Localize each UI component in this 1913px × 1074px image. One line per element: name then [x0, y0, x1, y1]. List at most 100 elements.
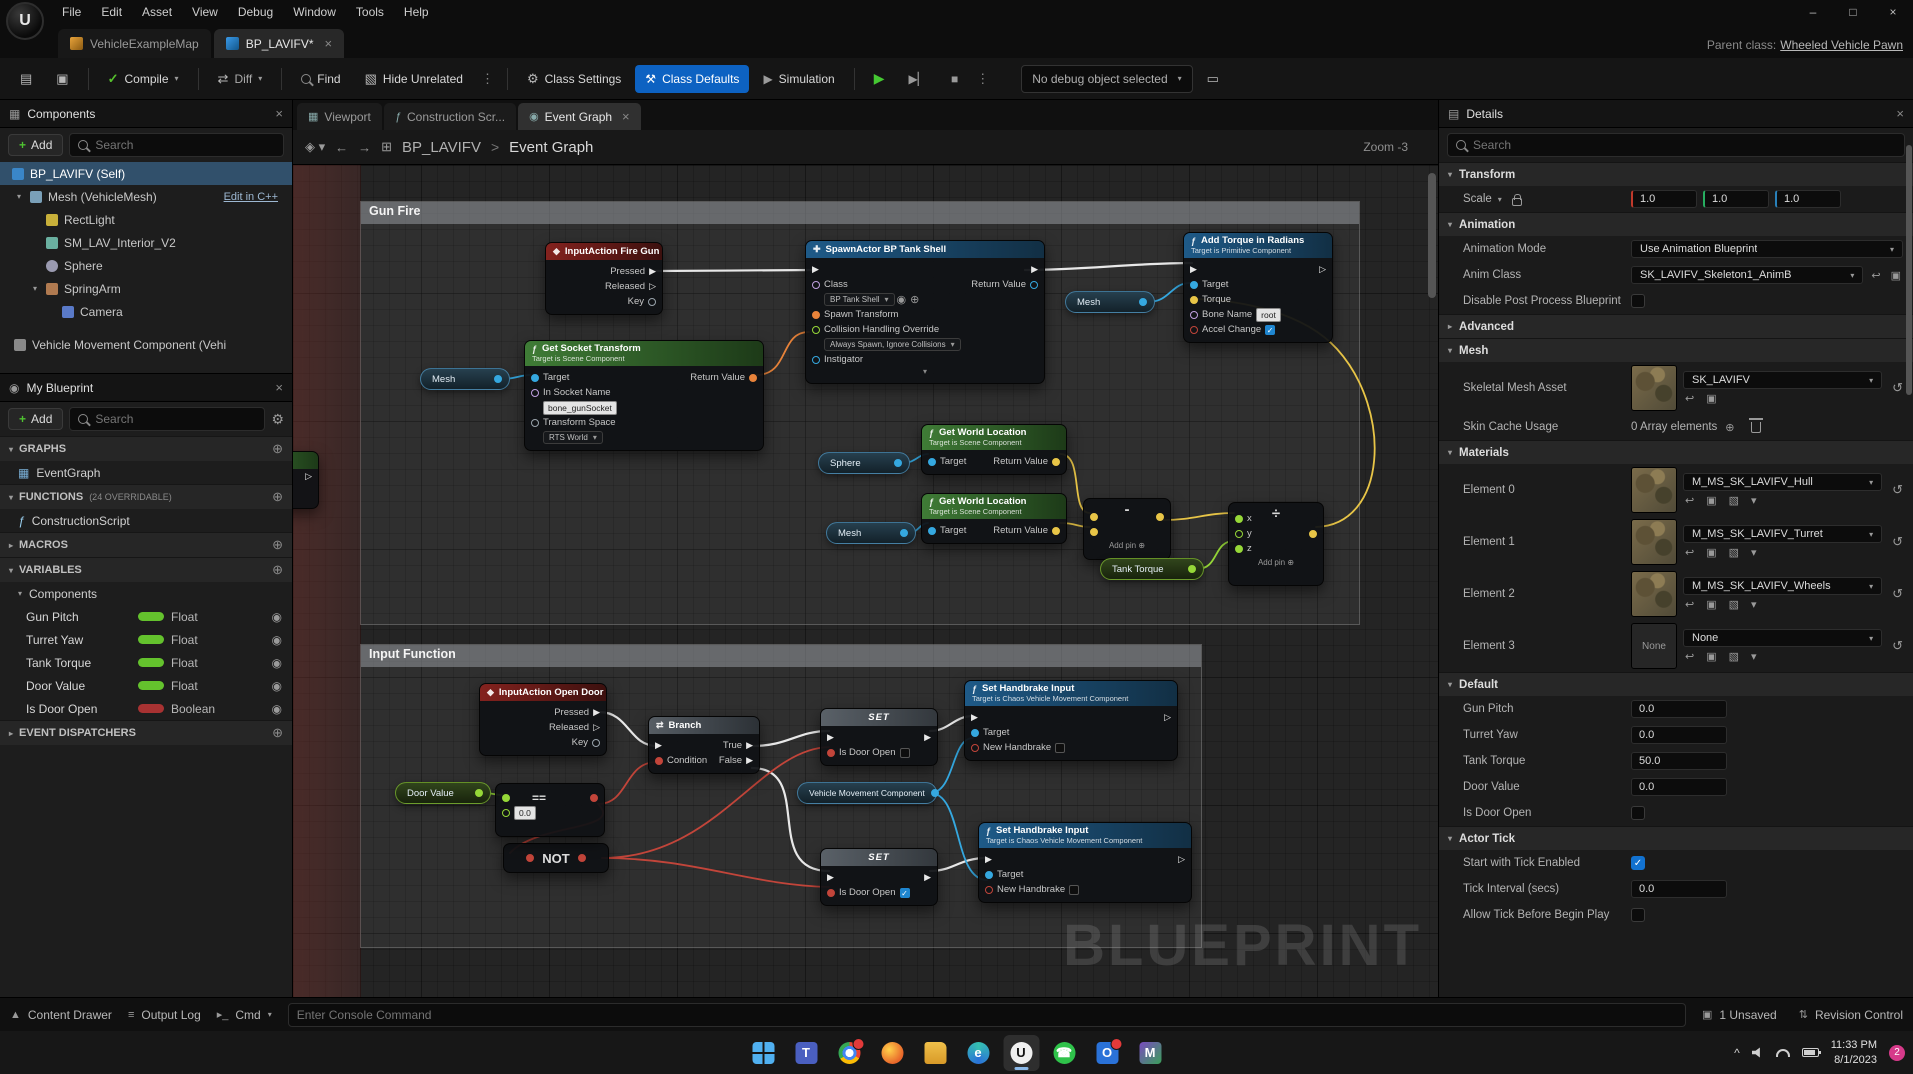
eye-icon[interactable]: ◉	[272, 610, 282, 624]
node-subtract[interactable]: - Add pin ⊕	[1083, 498, 1171, 560]
disable-post-process-checkbox[interactable]	[1631, 294, 1645, 308]
highlight-icon[interactable]: ▧	[1727, 598, 1741, 611]
bool-pin[interactable]	[827, 749, 835, 757]
start-tick-checkbox[interactable]: ✓	[1631, 856, 1645, 870]
node-set-handbrake-input-2[interactable]: ƒSet Handbrake Input Target is Chaos Veh…	[978, 822, 1192, 903]
input-pin[interactable]	[526, 854, 534, 862]
exec-pin[interactable]: ▷	[305, 471, 312, 482]
exec-pin[interactable]: ▷	[1178, 854, 1185, 865]
exec-pin[interactable]: ▷	[1319, 264, 1326, 275]
expander-icon[interactable]: ▸	[9, 541, 13, 550]
target-pin[interactable]	[971, 729, 979, 737]
minimize-icon[interactable]: –	[1793, 0, 1833, 24]
details-scrollbar[interactable]	[1906, 145, 1912, 395]
event-dispatchers-section-header[interactable]: ▸EVENT DISPATCHERS⊕	[0, 720, 292, 745]
revision-control-button[interactable]: ⇅Revision Control	[1799, 1008, 1903, 1022]
use-asset-icon[interactable]: ↩	[1683, 598, 1696, 611]
class-settings-button[interactable]: ⚙Class Settings	[517, 64, 631, 94]
node-equal[interactable]: == 0.0	[495, 783, 605, 837]
expand-node-icon[interactable]: ▾	[806, 367, 1044, 378]
graph-item-eventgraph[interactable]: ▦EventGraph	[0, 461, 292, 484]
condition-pin[interactable]	[655, 757, 663, 765]
menu-debug[interactable]: Debug	[228, 1, 283, 23]
hide-unrelated-button[interactable]: ▧Hide Unrelated	[355, 64, 473, 94]
node-add-torque-in-radians[interactable]: ƒAdd Torque in Radians Target is Primiti…	[1183, 232, 1333, 343]
input-pin[interactable]	[1090, 528, 1098, 536]
return-pin[interactable]	[1052, 458, 1060, 466]
bone-name-pin[interactable]	[1190, 311, 1198, 319]
battery-icon[interactable]	[1802, 1048, 1819, 1057]
add-macro-icon[interactable]: ⊕	[272, 537, 283, 553]
add-variable-icon[interactable]: ⊕	[272, 562, 283, 578]
target-pin[interactable]	[985, 871, 993, 879]
lock-icon[interactable]	[1512, 198, 1522, 206]
cmd-dropdown[interactable]: ▸_Cmd▾	[217, 1008, 272, 1022]
node-set-handbrake-input-1[interactable]: ƒSet Handbrake Input Target is Chaos Veh…	[964, 680, 1178, 761]
section-actor-tick[interactable]: ▾Actor Tick	[1439, 826, 1913, 850]
add-pin-button[interactable]: Add pin ⊕	[1229, 556, 1323, 570]
maximize-icon[interactable]: □	[1833, 0, 1873, 24]
menu-tools[interactable]: Tools	[346, 1, 394, 23]
output-pin[interactable]	[1188, 565, 1196, 573]
material-thumbnail-none[interactable]: None	[1631, 623, 1677, 669]
whatsapp-app-button[interactable]: ☎	[1046, 1035, 1082, 1071]
trash-icon[interactable]	[1751, 422, 1761, 433]
edge-app-button[interactable]: e	[960, 1035, 996, 1071]
highlight-icon[interactable]: ▧	[1727, 494, 1741, 507]
edit-in-cpp-link[interactable]: Edit in C++	[224, 191, 286, 203]
expander-icon[interactable]: ▾	[30, 284, 40, 293]
class-defaults-button[interactable]: ⚒Class Defaults	[635, 65, 749, 93]
output-pin[interactable]	[494, 375, 502, 383]
eye-icon[interactable]: ◉	[272, 633, 282, 647]
browse-asset-icon[interactable]: ⊕	[908, 293, 921, 306]
material-dropdown[interactable]: None▾	[1683, 629, 1882, 647]
parent-class-link[interactable]: Wheeled Vehicle Pawn	[1780, 38, 1903, 52]
tab-bp-lavifv[interactable]: BP_LAVIFV* ×	[214, 29, 344, 58]
diff-button[interactable]: ⇄Diff▾	[208, 64, 273, 94]
expander-icon[interactable]: ▾	[14, 192, 24, 201]
skeletal-mesh-dropdown[interactable]: SK_LAVIFV▾	[1683, 371, 1882, 389]
browse-asset-icon[interactable]: ▣	[1704, 650, 1718, 663]
expander-icon[interactable]: ▾	[9, 445, 13, 454]
struct-pin[interactable]	[592, 739, 600, 747]
variable-row-gun-pitch[interactable]: Gun PitchFloat◉	[0, 605, 292, 628]
instigator-pin[interactable]	[812, 356, 820, 364]
stop-button[interactable]: ■	[941, 65, 968, 93]
door-value-field[interactable]: 0.0	[1631, 778, 1727, 796]
close-tab-icon[interactable]: ×	[622, 109, 630, 124]
tab-viewport[interactable]: ▦Viewport	[297, 103, 382, 130]
add-blueprint-item-button[interactable]: +Add	[8, 408, 63, 430]
firefox-app-button[interactable]	[874, 1035, 910, 1071]
section-advanced[interactable]: ▸Advanced	[1439, 314, 1913, 338]
close-icon[interactable]: ×	[275, 106, 283, 121]
browse-asset-icon[interactable]: ▣	[1704, 598, 1718, 611]
variable-row-door-value[interactable]: Door ValueFloat◉	[0, 674, 292, 697]
node-not[interactable]: NOT	[503, 843, 609, 873]
menu-view[interactable]: View	[182, 1, 228, 23]
details-search[interactable]	[1447, 133, 1905, 157]
section-default[interactable]: ▾Default	[1439, 672, 1913, 696]
frame-skip-button[interactable]: ▶▏	[898, 65, 936, 93]
exec-pin[interactable]: ▶	[746, 755, 753, 766]
material-dropdown[interactable]: M_MS_SK_LAVIFV_Turret▾	[1683, 525, 1882, 543]
eye-icon[interactable]: ◉	[272, 702, 282, 716]
transform-space-dropdown[interactable]: RTS World▾	[543, 431, 603, 444]
bool-checkbox[interactable]: ✓	[900, 888, 910, 898]
exec-pin[interactable]: ▶	[655, 740, 662, 751]
explorer-app-button[interactable]	[917, 1035, 953, 1071]
animation-mode-dropdown[interactable]: Use Animation Blueprint▾	[1631, 240, 1903, 258]
pill-mesh-2[interactable]: Mesh	[1065, 291, 1155, 313]
details-search-input[interactable]	[1473, 138, 1896, 152]
target-pin[interactable]	[928, 527, 936, 535]
material-thumbnail[interactable]	[1631, 571, 1677, 617]
expander-icon[interactable]: ▸	[1448, 322, 1452, 331]
overflow-menu-icon[interactable]: ⋮	[477, 71, 498, 87]
exec-pin[interactable]: ▶	[593, 707, 600, 718]
browse-asset-icon[interactable]: ▣	[1889, 269, 1903, 282]
menu-help[interactable]: Help	[394, 1, 439, 23]
eye-icon[interactable]: ◉	[272, 679, 282, 693]
output-pin[interactable]	[894, 459, 902, 467]
reset-icon[interactable]: ↺	[1892, 482, 1903, 498]
chevron-down-icon[interactable]: ▾	[1498, 195, 1502, 204]
tab-event-graph[interactable]: ◉Event Graph×	[518, 103, 641, 130]
